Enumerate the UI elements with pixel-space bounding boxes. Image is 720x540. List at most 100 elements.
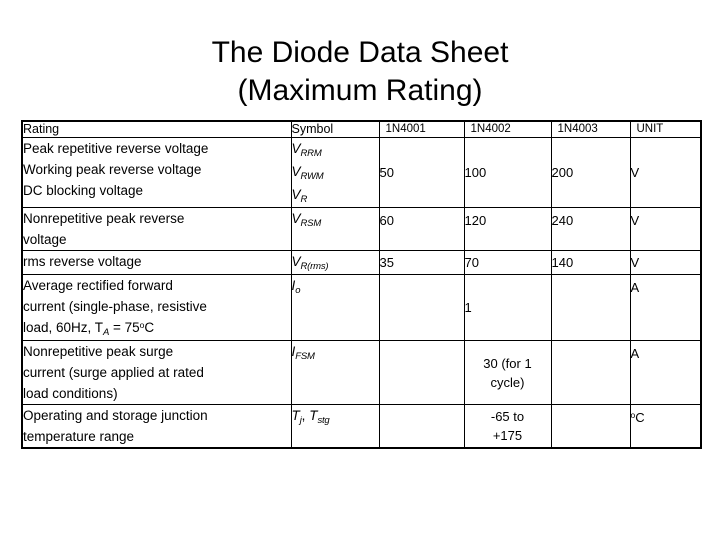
- table-row: Operating and storage junction temperatu…: [21, 404, 702, 449]
- ambient-temp-subscript: A: [103, 327, 110, 338]
- rating-cell: Peak repetitive reverse voltage Working …: [21, 137, 292, 208]
- title-line-1: The Diode Data Sheet: [211, 36, 509, 69]
- rating-cell: Operating and storage junction temperatu…: [21, 404, 292, 449]
- page-title: The Diode Data Sheet (Maximum Rating): [0, 34, 720, 110]
- symbol-cell: VRSM: [290, 207, 380, 251]
- rating-line: temperature range: [23, 429, 135, 444]
- symbol-line: Tj, Tstg: [292, 405, 379, 428]
- value-cell-1n4002: 1: [463, 274, 552, 341]
- rating-line: current (surge applied at rated: [23, 365, 204, 380]
- rating-line: Nonrepetitive peak reverse: [23, 211, 185, 226]
- symbol-cell: VR(rms): [290, 250, 380, 275]
- value-cell-1n4001: 50: [378, 137, 465, 208]
- slide-canvas: The Diode Data Sheet (Maximum Rating) Ra…: [0, 0, 720, 540]
- symbol-subscript: FSM: [295, 351, 315, 362]
- column-header-symbol: Symbol: [290, 120, 380, 138]
- symbol-base: V: [291, 211, 301, 226]
- rating-line: load conditions): [23, 386, 118, 401]
- table-row: Nonrepetitive peak reverse voltage VRSM …: [21, 207, 702, 251]
- column-header-unit: UNIT: [629, 120, 702, 138]
- value-cell-1n4001: [378, 404, 465, 449]
- value-cell-1n4001: [378, 340, 465, 405]
- symbol-subscript: R: [300, 194, 308, 205]
- value-cell-1n4002: 120: [463, 207, 552, 251]
- rating-text: C: [144, 320, 155, 335]
- unit-cell: V: [629, 137, 702, 208]
- value-cell-1n4003: 200: [550, 137, 631, 208]
- symbol-cell: VRRM VRWM VR: [290, 137, 380, 208]
- table-header-row: Rating Symbol 1N4001 1N4002 1N4003 UNIT: [21, 120, 702, 138]
- symbol-subscript: o: [295, 285, 301, 296]
- unit-cell: A: [629, 274, 702, 341]
- symbol-subscript: RWM: [300, 171, 324, 182]
- value-cell-1n4002: -65 to +175: [463, 404, 552, 449]
- table-row: Nonrepetitive peak surge current (surge …: [21, 340, 702, 405]
- rating-cell: Nonrepetitive peak reverse voltage: [21, 207, 292, 251]
- rating-text: load, 60Hz, T: [23, 320, 104, 335]
- value-cell-1n4002: 30 (for 1 cycle): [463, 340, 552, 405]
- rating-line: Working peak reverse voltage: [23, 162, 202, 177]
- value-line: +175: [492, 428, 523, 443]
- symbol-line: VRWM: [292, 161, 379, 184]
- unit-text: C: [635, 410, 645, 425]
- symbol-subscript: RSM: [300, 218, 322, 229]
- symbol-line: IFSM: [292, 341, 379, 364]
- degree-symbol: o: [139, 320, 145, 330]
- symbol-subscript: RRM: [300, 148, 322, 159]
- symbol-line: VR(rms): [292, 251, 379, 274]
- column-header-1n4003: 1N4003: [550, 120, 631, 138]
- value-cell-1n4003: [550, 340, 631, 405]
- symbol-base: V: [291, 254, 301, 269]
- rating-line: load, 60Hz, TA = 75oC: [23, 317, 291, 340]
- symbol-cell: Tj, Tstg: [290, 404, 380, 449]
- symbol-subscript: j: [299, 415, 302, 426]
- rating-line: Peak repetitive reverse voltage: [23, 141, 209, 156]
- title-line-2: (Maximum Rating): [237, 74, 483, 107]
- symbol-line: VRRM: [292, 138, 379, 161]
- symbol-base: V: [291, 187, 301, 202]
- rating-line: DC blocking voltage: [23, 183, 144, 198]
- symbol-subscript: R(rms): [300, 261, 329, 272]
- symbol-base: V: [291, 164, 301, 179]
- value-line: -65 to: [490, 409, 525, 424]
- symbol-subscript: stg: [317, 415, 330, 426]
- symbol-base: V: [291, 141, 301, 156]
- value-cell-1n4003: [550, 274, 631, 341]
- symbol-cell: IFSM: [290, 340, 380, 405]
- symbol-line: Io: [292, 275, 379, 298]
- unit-cell: V: [629, 250, 702, 275]
- rating-cell: rms reverse voltage: [21, 250, 292, 275]
- value-cell-1n4003: 240: [550, 207, 631, 251]
- value-cell-1n4003: 140: [550, 250, 631, 275]
- value-cell-1n4003: [550, 404, 631, 449]
- table-row: rms reverse voltage VR(rms) 35 70 140 V: [21, 250, 702, 275]
- symbol-line: VRSM: [292, 208, 379, 231]
- value-cell-1n4001: 60: [378, 207, 465, 251]
- symbol-cell: Io: [290, 274, 380, 341]
- rating-line: current (single-phase, resistive: [23, 299, 207, 314]
- symbol-base: T: [291, 408, 300, 423]
- rating-line: Nonrepetitive peak surge: [23, 344, 174, 359]
- rating-text: = 75: [109, 320, 140, 335]
- value-cell-1n4002: 70: [463, 250, 552, 275]
- unit-cell: V: [629, 207, 702, 251]
- spec-table-container: Rating Symbol 1N4001 1N4002 1N4003 UNIT …: [21, 120, 702, 449]
- degree-symbol: o: [630, 410, 636, 420]
- column-header-1n4002: 1N4002: [463, 120, 552, 138]
- rating-line: rms reverse voltage: [23, 254, 142, 269]
- value-line: 30 (for 1: [483, 355, 532, 371]
- table-row: Peak repetitive reverse voltage Working …: [21, 137, 702, 208]
- value-line: cycle): [490, 374, 525, 390]
- rating-cell: Average rectified forward current (singl…: [21, 274, 292, 341]
- table-row: Average rectified forward current (singl…: [21, 274, 702, 341]
- maximum-rating-table: Rating Symbol 1N4001 1N4002 1N4003 UNIT …: [21, 120, 702, 449]
- column-header-rating: Rating: [21, 120, 292, 138]
- rating-cell: Nonrepetitive peak surge current (surge …: [21, 340, 292, 405]
- unit-cell: A: [629, 340, 702, 405]
- value-cell-1n4001: [378, 274, 465, 341]
- unit-cell: oC: [629, 404, 702, 449]
- value-cell-1n4002: 100: [463, 137, 552, 208]
- value-cell-1n4001: 35: [378, 250, 465, 275]
- rating-line: Operating and storage junction: [23, 408, 208, 423]
- column-header-1n4001: 1N4001: [378, 120, 465, 138]
